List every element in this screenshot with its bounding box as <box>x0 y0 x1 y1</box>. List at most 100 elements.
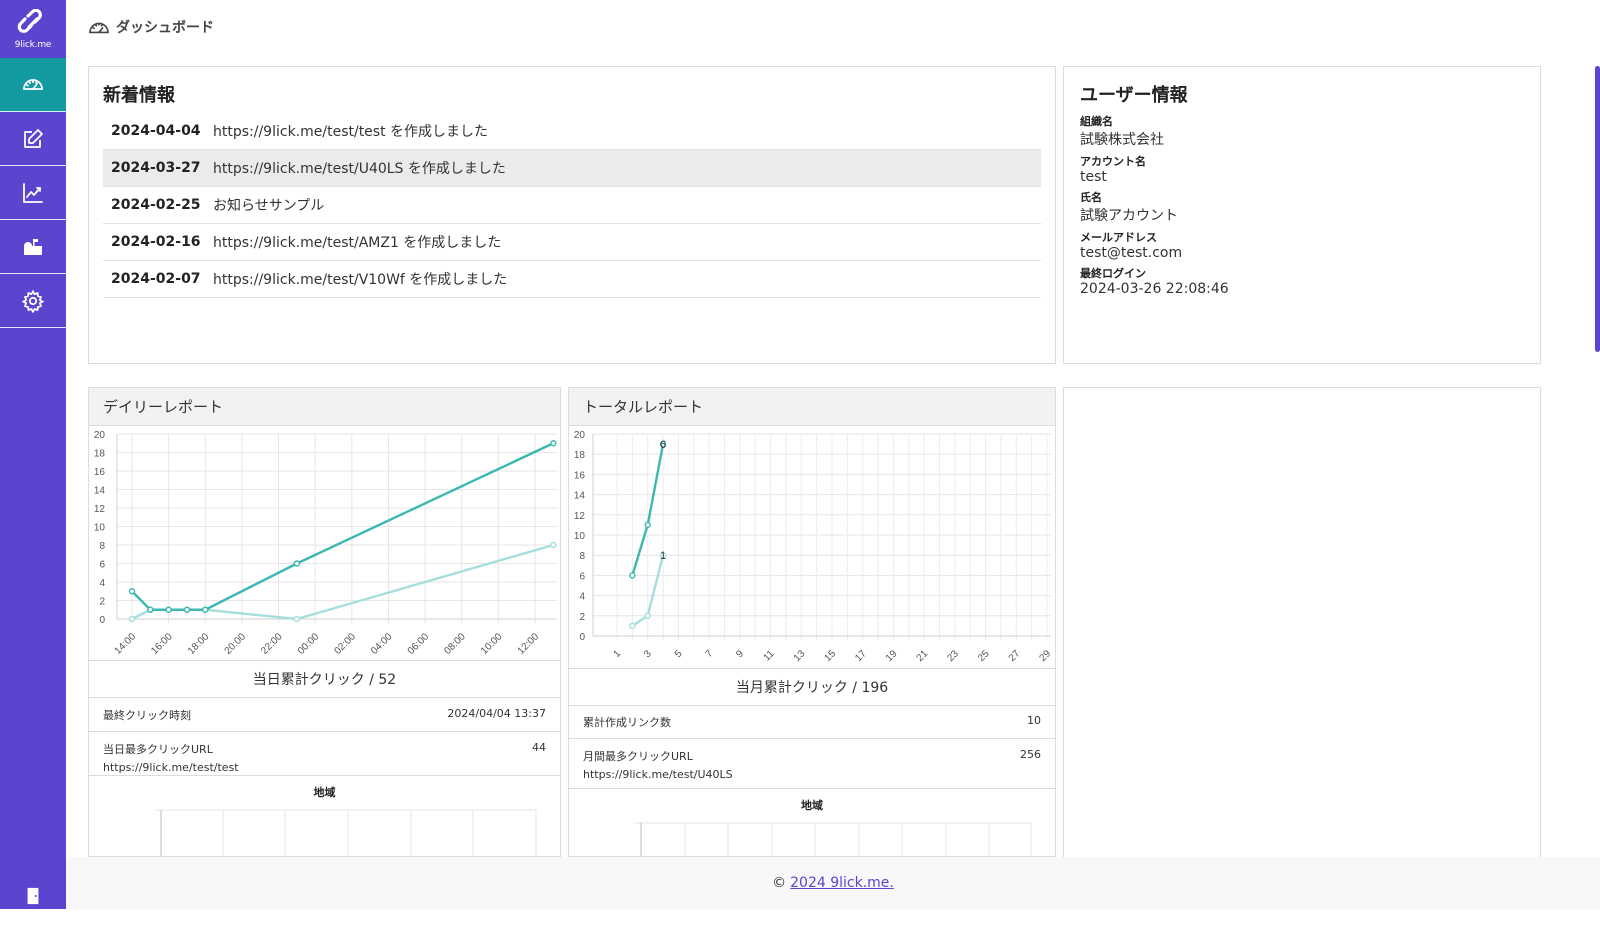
news-text: https://9lick.me/test/test を作成しました <box>213 124 489 140</box>
y-tick-label: 4 <box>579 592 585 603</box>
y-tick-label: 12 <box>574 511 586 522</box>
y-tick-label: 20 <box>94 430 106 441</box>
daily-region-label: 地域 <box>313 786 336 799</box>
x-tick-label: 11 <box>762 648 777 663</box>
data-point <box>644 612 651 620</box>
news-text: お知らせサンプル <box>213 198 325 214</box>
news-item[interactable]: 2024-02-07 https://9lick.me/test/V10Wf を… <box>103 261 1041 298</box>
x-tick-label: 18:00 <box>186 631 212 657</box>
last-login-label: 最終ログイン <box>1080 267 1146 280</box>
nav-analytics[interactable] <box>0 166 66 220</box>
x-tick-label: 15 <box>822 648 838 664</box>
x-tick-label: 12:00 <box>516 631 542 657</box>
data-point <box>629 622 636 630</box>
footer-link[interactable]: 2024 9lick.me. <box>790 875 894 891</box>
chart-icon <box>23 182 43 203</box>
x-tick-label: 7 <box>704 648 716 660</box>
news-item[interactable]: 2024-02-16 https://9lick.me/test/AMZ1 を作… <box>103 224 1041 261</box>
data-point <box>629 572 636 579</box>
news-text: https://9lick.me/test/U40LS を作成しました <box>213 161 506 177</box>
total-top-url-label: 月間最多クリックURL <box>583 750 693 763</box>
x-tick-label: 10:00 <box>479 631 505 657</box>
sidebar: 9lick.me <box>0 0 66 927</box>
app-logo[interactable]: 9lick.me <box>0 0 66 58</box>
x-tick-label: 5 <box>673 648 685 660</box>
x-tick-label: 14:00 <box>113 631 139 657</box>
name-label: 氏名 <box>1080 191 1102 204</box>
total-top-url-row: 月間最多クリックURL 256 https://9lick.me/test/U4… <box>569 739 1055 789</box>
links-count-label: 累計作成リンク数 <box>583 716 671 729</box>
y-tick-label: 16 <box>574 470 586 481</box>
nav-mailbox[interactable] <box>0 220 66 274</box>
x-tick-label: 20:00 <box>223 631 249 657</box>
user-info-card: ユーザー情報 組織名 試験株式会社 アカウント名 test 氏名 試験アカウント… <box>1063 66 1541 364</box>
x-tick-label: 02:00 <box>332 631 358 657</box>
last-login-value: 2024-03-26 22:08:46 <box>1080 281 1229 297</box>
y-tick-label: 16 <box>94 467 106 478</box>
y-tick-label: 6 <box>99 560 105 571</box>
x-tick-label: 17 <box>853 648 869 664</box>
logout-button[interactable] <box>0 881 66 911</box>
account-value: test <box>1080 169 1107 185</box>
y-tick-label: 2 <box>99 597 105 608</box>
name-value: 試験アカウント <box>1080 208 1178 224</box>
total-top-url-count: 256 <box>1020 748 1041 761</box>
news-date: 2024-02-07 <box>111 271 201 287</box>
data-point <box>183 606 191 613</box>
x-tick-label: 27 <box>1007 648 1023 664</box>
nav-settings[interactable] <box>0 274 66 328</box>
y-tick-label: 10 <box>574 531 586 542</box>
x-tick-label: 00:00 <box>296 631 322 657</box>
data-point <box>550 541 557 549</box>
x-tick-label: 21 <box>915 648 931 664</box>
links-count-value: 10 <box>1027 714 1041 727</box>
news-item[interactable]: 2024-03-27 https://9lick.me/test/U40LS を… <box>103 150 1041 187</box>
daily-region-chart <box>155 809 537 856</box>
data-point <box>293 615 301 623</box>
y-tick-label: 4 <box>99 578 105 589</box>
y-tick-label: 2 <box>579 612 585 623</box>
scrollbar[interactable] <box>1595 66 1600 352</box>
account-label: アカウント名 <box>1080 155 1146 168</box>
nav-edit[interactable] <box>0 112 66 166</box>
data-point <box>550 440 557 447</box>
data-point <box>165 606 172 613</box>
total-report-title: トータルレポート <box>583 398 704 416</box>
data-label: 6 <box>660 439 666 451</box>
y-tick-label: 18 <box>94 449 106 460</box>
x-tick-label: 29 <box>1037 648 1053 664</box>
nav-dashboard[interactable] <box>0 58 66 112</box>
total-summary-text: 当月累計クリック / 196 <box>735 680 889 696</box>
news-item[interactable]: 2024-02-25 お知らせサンプル <box>103 187 1041 224</box>
y-tick-label: 20 <box>574 430 586 441</box>
gear-icon <box>21 289 45 313</box>
link-logo-icon <box>17 8 42 33</box>
daily-summary: 当日累計クリック / 52 <box>89 660 560 698</box>
news-item[interactable]: 2024-04-04 https://9lick.me/test/test を作… <box>103 113 1041 150</box>
x-tick-label: 3 <box>642 648 654 660</box>
news-title: 新着情報 <box>103 85 175 106</box>
x-tick-label: 23 <box>945 648 961 664</box>
news-date: 2024-02-16 <box>111 234 201 250</box>
total-report-card: トータルレポート 0 2 4 6 8 10 12 14 16 18 20 1 3 5 7 9 11 13 15 17 1… <box>568 387 1056 857</box>
last-click-value: 2024/04/04 13:37 <box>447 706 546 720</box>
last-click-row: 最終クリック時刻 2024/04/04 13:37 <box>89 698 560 732</box>
mailbox-icon <box>24 238 42 255</box>
daily-top-url-count: 44 <box>532 741 546 754</box>
daily-top-url[interactable]: https://9lick.me/test/test <box>103 761 546 774</box>
total-region-label: 地域 <box>801 799 823 812</box>
daily-top-url-label: 当日最多クリックURL <box>103 743 213 756</box>
user-info-title: ユーザー情報 <box>1080 85 1188 106</box>
y-tick-label: 12 <box>94 504 106 515</box>
x-tick-label: 25 <box>976 648 992 664</box>
data-label: 1 <box>660 550 666 562</box>
total-top-url[interactable]: https://9lick.me/test/U40LS <box>583 768 1041 781</box>
daily-line-chart: 0 2 4 6 8 10 12 14 16 18 20 14:00 16:00 18:00 20:00 22:… <box>94 430 557 657</box>
news-date: 2024-04-04 <box>111 123 201 139</box>
x-tick-label: 22:00 <box>259 631 285 657</box>
org-label: 組織名 <box>1080 115 1113 128</box>
logo-text: 9lick.me <box>14 39 52 50</box>
empty-panel <box>1063 387 1541 857</box>
data-point <box>202 606 209 613</box>
data-point <box>128 588 136 595</box>
